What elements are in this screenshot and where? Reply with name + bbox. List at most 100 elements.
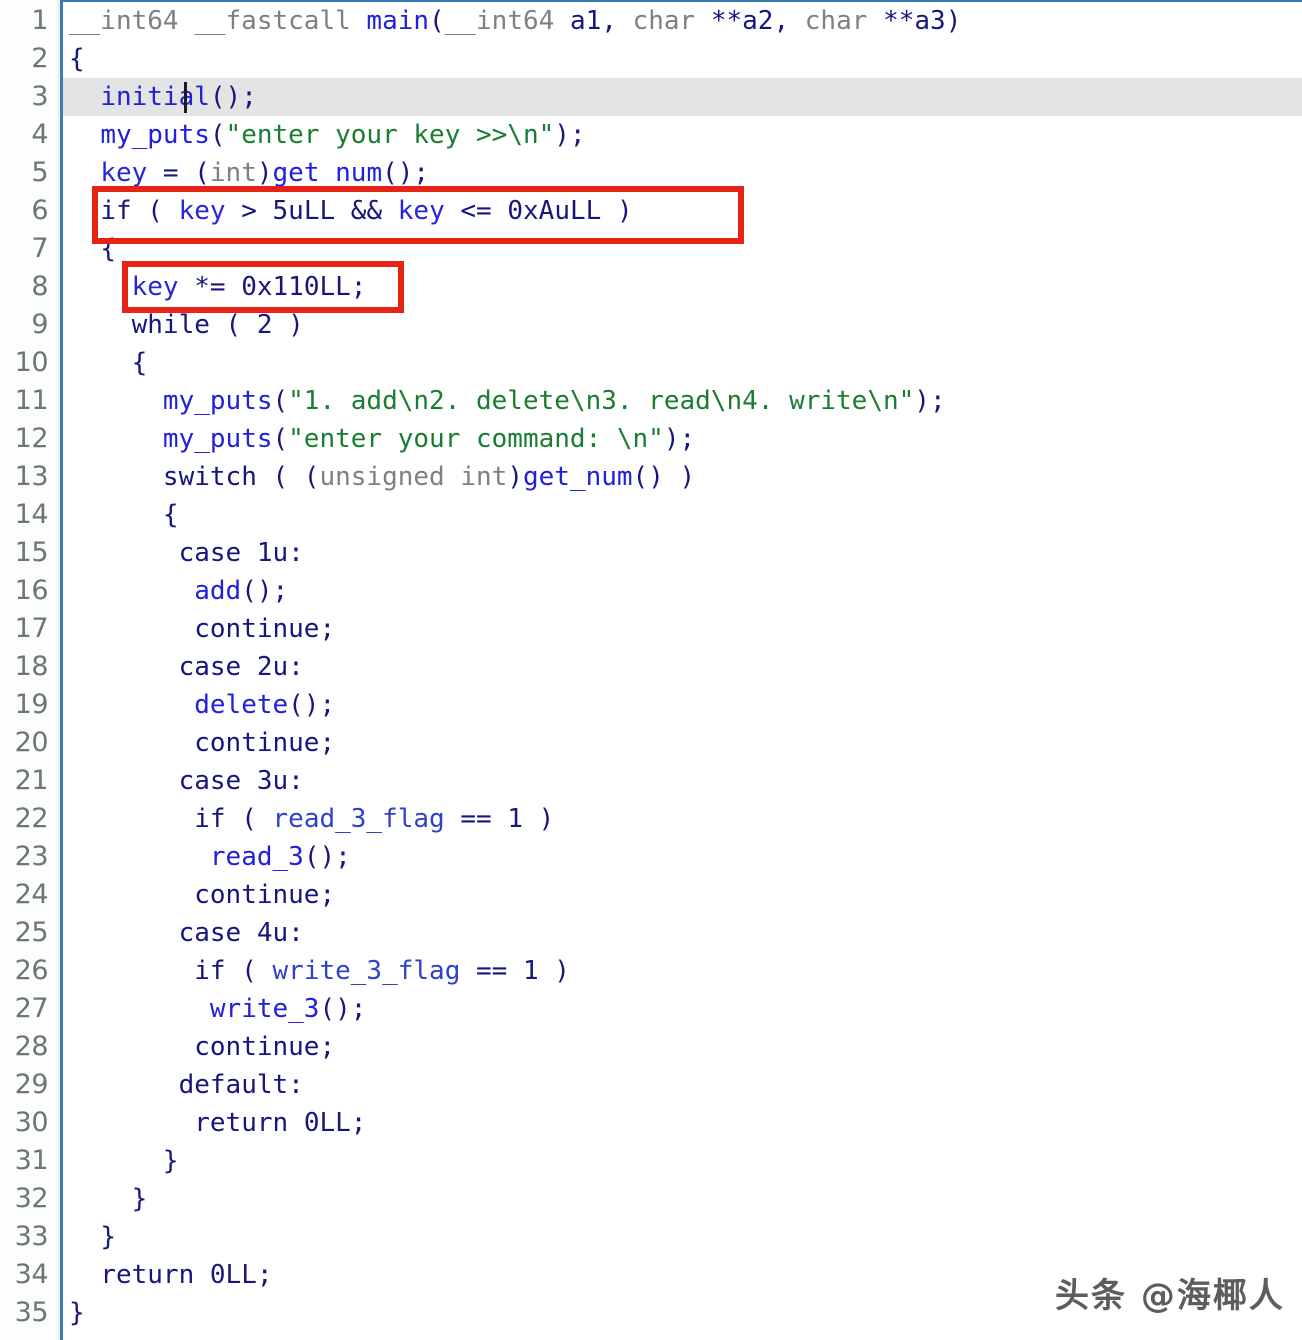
line-number-gutter[interactable]: 1 2 3 4 5 6 7 8 9 10 11 12 13 14 15 16 17 18 19 20 21 22 23 24 2… — [0, 0, 60, 1340]
code-line[interactable]: my_puts("enter your key >>\n"); — [63, 116, 1302, 154]
token-plain: a1 — [569, 6, 602, 36]
token-punct: ( ( — [256, 462, 320, 492]
token-plain: **a2 — [710, 6, 774, 36]
code-line-text: continue; — [63, 876, 335, 914]
code-line-text: continue; — [63, 724, 335, 762]
token-punct: == — [460, 956, 523, 986]
code-line[interactable]: my_puts("1. add\n2. delete\n3. read\n4. … — [63, 382, 1302, 420]
code-line[interactable]: case 4u: — [63, 914, 1302, 952]
token-num: 2u — [256, 652, 289, 682]
token-punct: : — [288, 652, 304, 682]
annotation-box-if-key-range — [92, 186, 744, 244]
token-plain: **a3 — [883, 6, 946, 36]
code-line-text: case 1u: — [63, 534, 304, 572]
token-fn: my_puts — [162, 424, 273, 454]
line-number: 10 — [14, 347, 49, 378]
token-kw: if — [194, 804, 226, 834]
token-type: int — [209, 158, 257, 188]
token-punct: ( — [272, 424, 289, 454]
code-line[interactable]: continue; — [63, 876, 1302, 914]
code-line[interactable]: } — [63, 1180, 1302, 1218]
token-punct: { — [131, 348, 148, 378]
token-punct: , — [773, 6, 805, 36]
code-line[interactable]: return 0LL; — [63, 1104, 1302, 1142]
code-line[interactable]: default: — [63, 1066, 1302, 1104]
code-line[interactable]: my_puts("enter your command: \n"); — [63, 420, 1302, 458]
code-line[interactable]: switch ( (unsigned int)get_num() ) — [63, 458, 1302, 496]
token-punct: ; — [319, 728, 336, 758]
token-punct: ; — [319, 880, 336, 910]
code-line[interactable]: case 3u: — [63, 762, 1302, 800]
token-num: 1 — [522, 956, 539, 986]
code-line[interactable]: { — [63, 344, 1302, 382]
code-line-text: add(); — [63, 572, 288, 610]
line-number: 32 — [14, 1183, 49, 1214]
code-line[interactable]: initial(); — [63, 78, 1302, 116]
line-number: 24 — [14, 879, 49, 910]
token-punct — [241, 766, 257, 796]
line-number: 30 — [14, 1107, 49, 1138]
code-line[interactable]: __int64 __fastcall main(__int64 a1, char… — [63, 2, 1302, 40]
line-number: 27 — [14, 993, 49, 1024]
line-number: 34 — [14, 1259, 49, 1290]
token-gvar: write_3_flag — [272, 956, 461, 986]
token-punct: ); — [914, 386, 946, 416]
line-number: 4 — [31, 119, 48, 150]
token-punct: : — [288, 538, 304, 568]
line-number: 18 — [14, 651, 49, 682]
line-number: 19 — [14, 689, 49, 720]
token-str: "1. add\n2. delete\n3. read\n4. write\n" — [288, 386, 915, 416]
token-punct: (); — [382, 158, 430, 188]
token-punct: ) — [945, 6, 962, 36]
token-punct — [241, 538, 257, 568]
line-number: 21 — [14, 765, 49, 796]
token-type: char — [804, 6, 884, 36]
code-line[interactable]: add(); — [63, 572, 1302, 610]
token-type: __int64 — [444, 6, 570, 36]
code-line[interactable]: case 1u: — [63, 534, 1302, 572]
code-line[interactable]: { — [63, 496, 1302, 534]
token-fn: my_puts — [100, 120, 210, 150]
code-line[interactable]: continue; — [63, 1028, 1302, 1066]
token-kw: case — [178, 538, 242, 568]
token-punct: } — [69, 1298, 85, 1328]
token-punct: ) — [256, 158, 273, 188]
code-line[interactable]: } — [63, 1218, 1302, 1256]
token-punct — [288, 1108, 304, 1138]
token-fn: my_puts — [162, 386, 273, 416]
code-line[interactable]: continue; — [63, 610, 1302, 648]
code-line[interactable]: continue; — [63, 724, 1302, 762]
token-punct: (); — [303, 842, 351, 872]
token-fn: initial — [100, 82, 210, 112]
code-line[interactable]: { — [63, 40, 1302, 78]
code-line[interactable]: read_3(); — [63, 838, 1302, 876]
code-line-text: switch ( (unsigned int)get_num() ) — [63, 458, 695, 496]
code-line[interactable]: if ( read_3_flag == 1 ) — [63, 800, 1302, 838]
code-line[interactable]: } — [63, 1142, 1302, 1180]
token-punct: ; — [350, 1108, 367, 1138]
token-punct: ) — [272, 310, 304, 340]
token-punct: ( — [225, 956, 273, 986]
token-kw: default — [178, 1070, 289, 1100]
code-line[interactable]: if ( write_3_flag == 1 ) — [63, 952, 1302, 990]
token-kw: continue — [194, 728, 320, 758]
code-line[interactable]: delete(); — [63, 686, 1302, 724]
token-punct: ( — [272, 386, 289, 416]
line-number: 33 — [14, 1221, 49, 1252]
code-line[interactable]: case 2u: — [63, 648, 1302, 686]
line-number: 7 — [31, 233, 48, 264]
code-line[interactable]: write_3(); — [63, 990, 1302, 1028]
code-line-text: } — [63, 1294, 85, 1332]
